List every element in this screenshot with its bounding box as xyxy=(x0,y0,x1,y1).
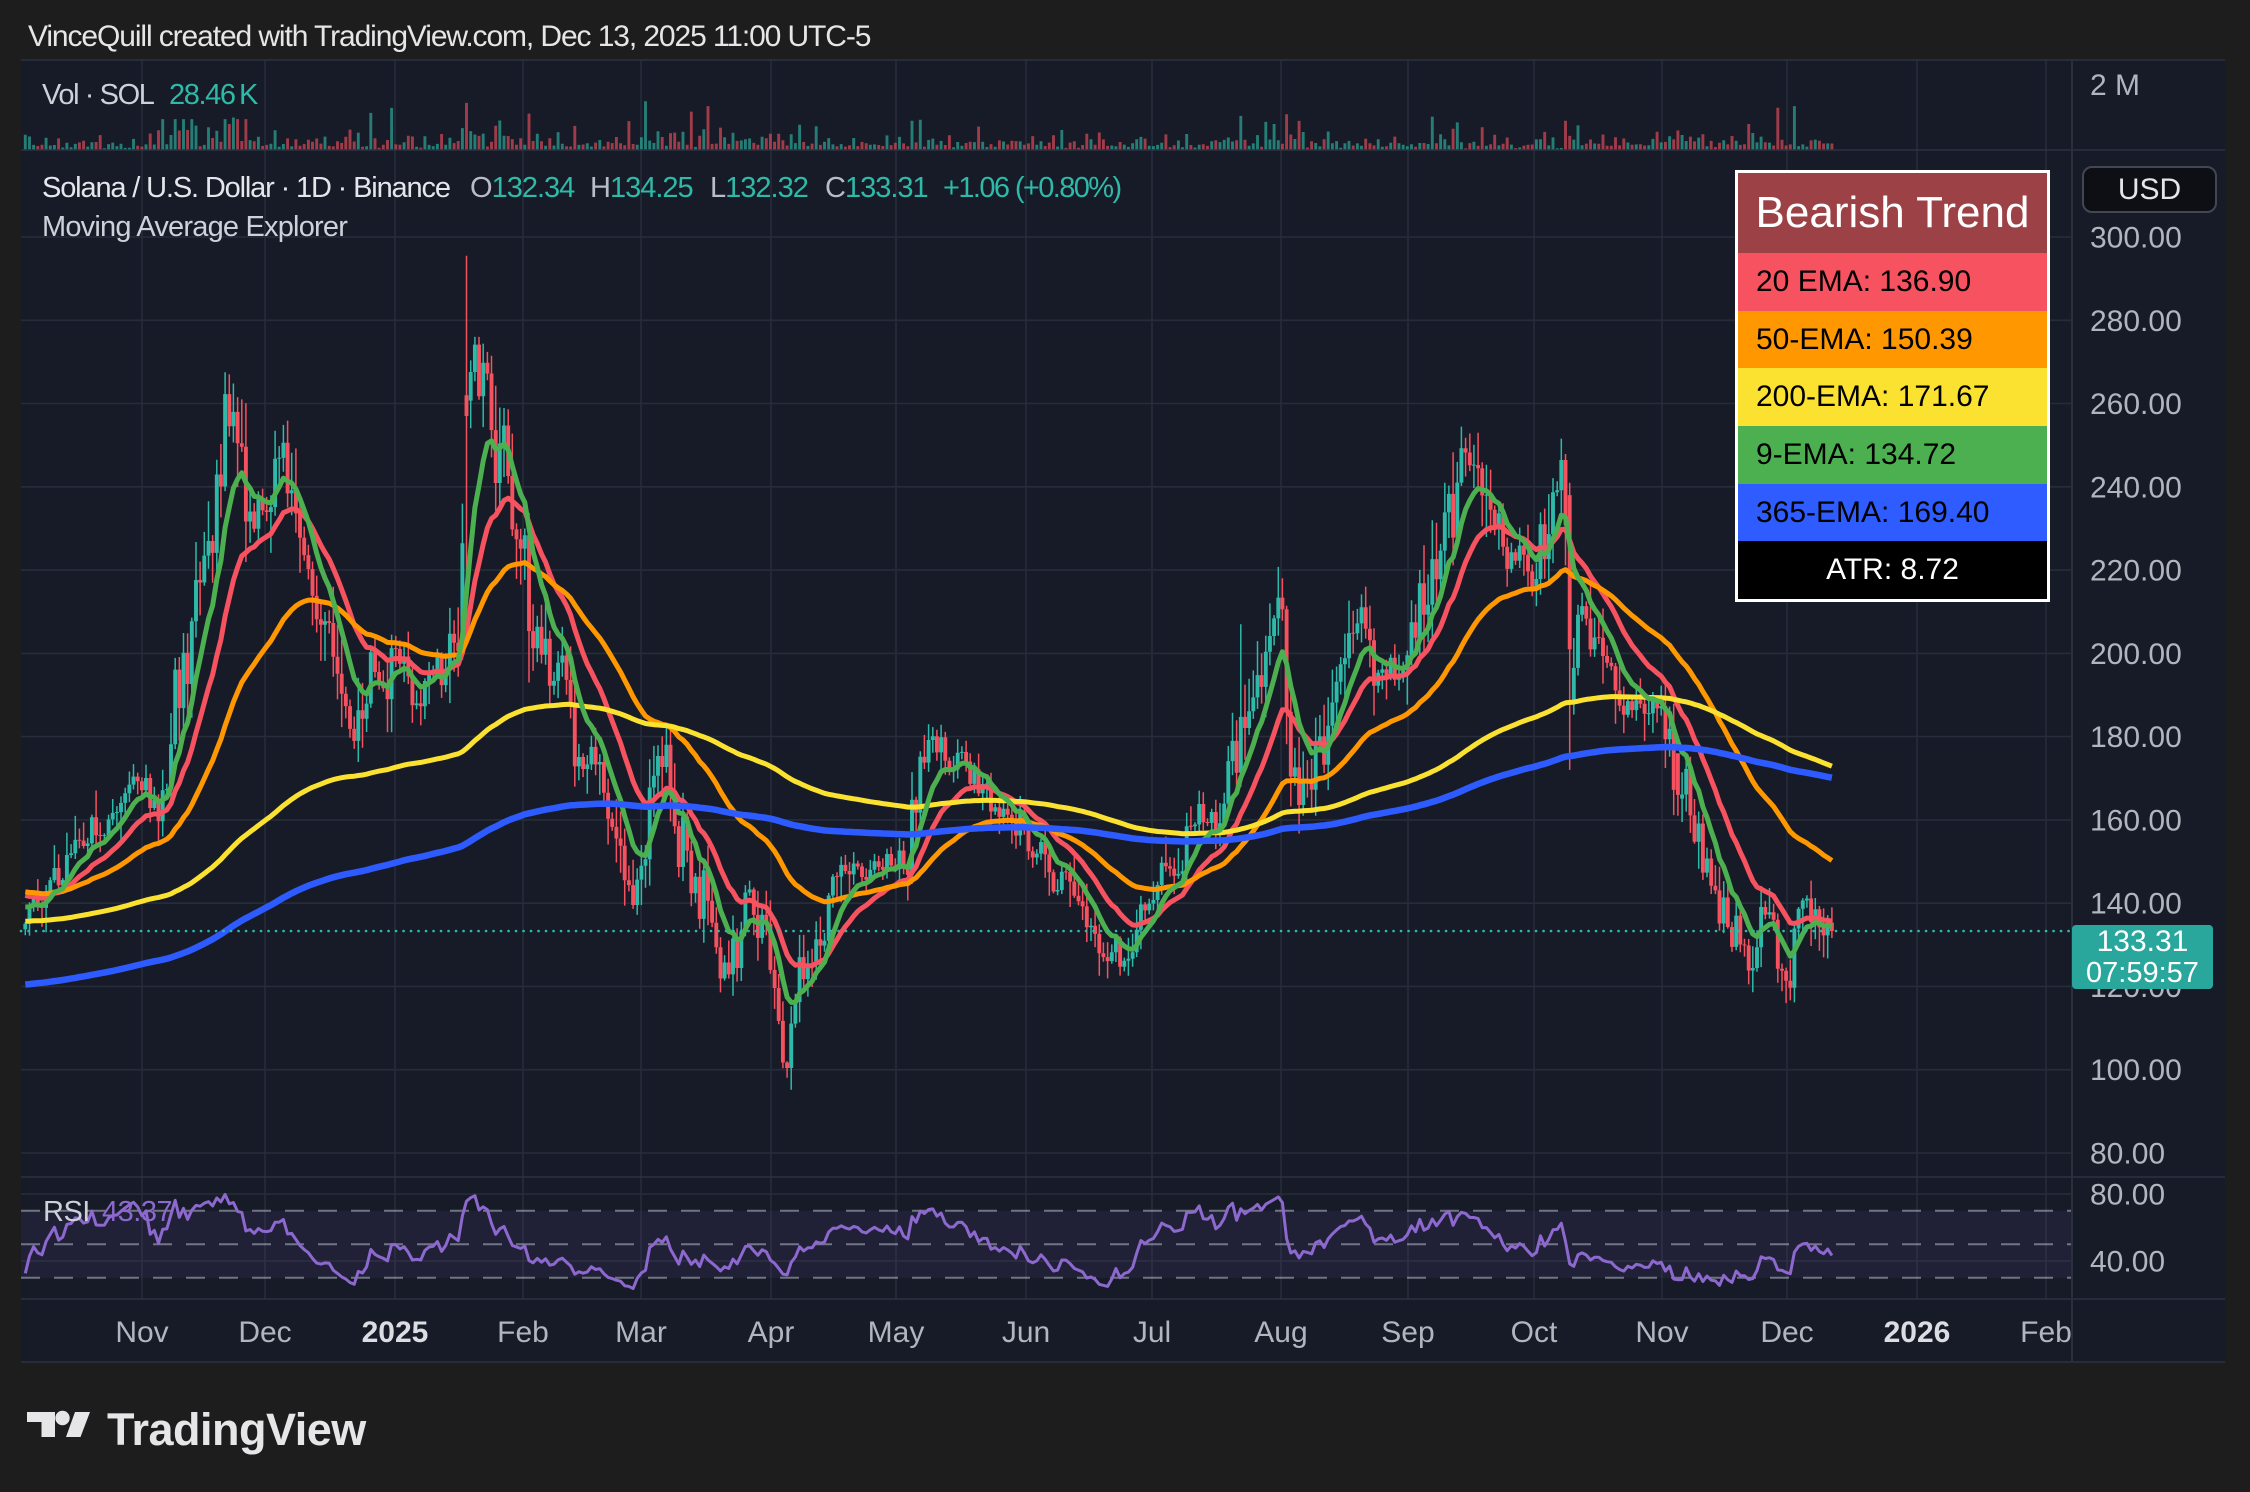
svg-text:240.00: 240.00 xyxy=(2090,471,2182,504)
svg-text:260.00: 260.00 xyxy=(2090,388,2182,421)
svg-text:Apr: Apr xyxy=(748,1316,795,1349)
svg-text:80.00: 80.00 xyxy=(2090,1179,2165,1212)
svg-text:180.00: 180.00 xyxy=(2090,721,2182,754)
svg-text:160.00: 160.00 xyxy=(2090,804,2182,837)
svg-text:80.00: 80.00 xyxy=(2090,1138,2165,1171)
svg-text:Dec: Dec xyxy=(238,1316,291,1349)
svg-text:Sep: Sep xyxy=(1381,1316,1434,1349)
svg-text:Mar: Mar xyxy=(615,1316,667,1349)
svg-text:2 M: 2 M xyxy=(2090,69,2140,102)
svg-text:Feb: Feb xyxy=(497,1316,549,1349)
svg-text:Jul: Jul xyxy=(1133,1316,1171,1349)
svg-text:2026: 2026 xyxy=(1884,1316,1951,1349)
svg-text:140.00: 140.00 xyxy=(2090,888,2182,921)
svg-text:2025: 2025 xyxy=(362,1316,429,1349)
svg-text:300.00: 300.00 xyxy=(2090,222,2182,255)
svg-text:Oct: Oct xyxy=(1511,1316,1558,1349)
svg-text:Aug: Aug xyxy=(1254,1316,1307,1349)
svg-text:220.00: 220.00 xyxy=(2090,555,2182,588)
svg-text:200.00: 200.00 xyxy=(2090,638,2182,671)
svg-text:100.00: 100.00 xyxy=(2090,1054,2182,1087)
svg-text:Nov: Nov xyxy=(1635,1316,1688,1349)
svg-text:Dec: Dec xyxy=(1760,1316,1813,1349)
svg-text:280.00: 280.00 xyxy=(2090,305,2182,338)
svg-text:May: May xyxy=(868,1316,925,1349)
svg-text:Jun: Jun xyxy=(1002,1316,1050,1349)
svg-text:Feb: Feb xyxy=(2020,1316,2072,1349)
svg-text:Nov: Nov xyxy=(115,1316,168,1349)
svg-text:40.00: 40.00 xyxy=(2090,1246,2165,1279)
